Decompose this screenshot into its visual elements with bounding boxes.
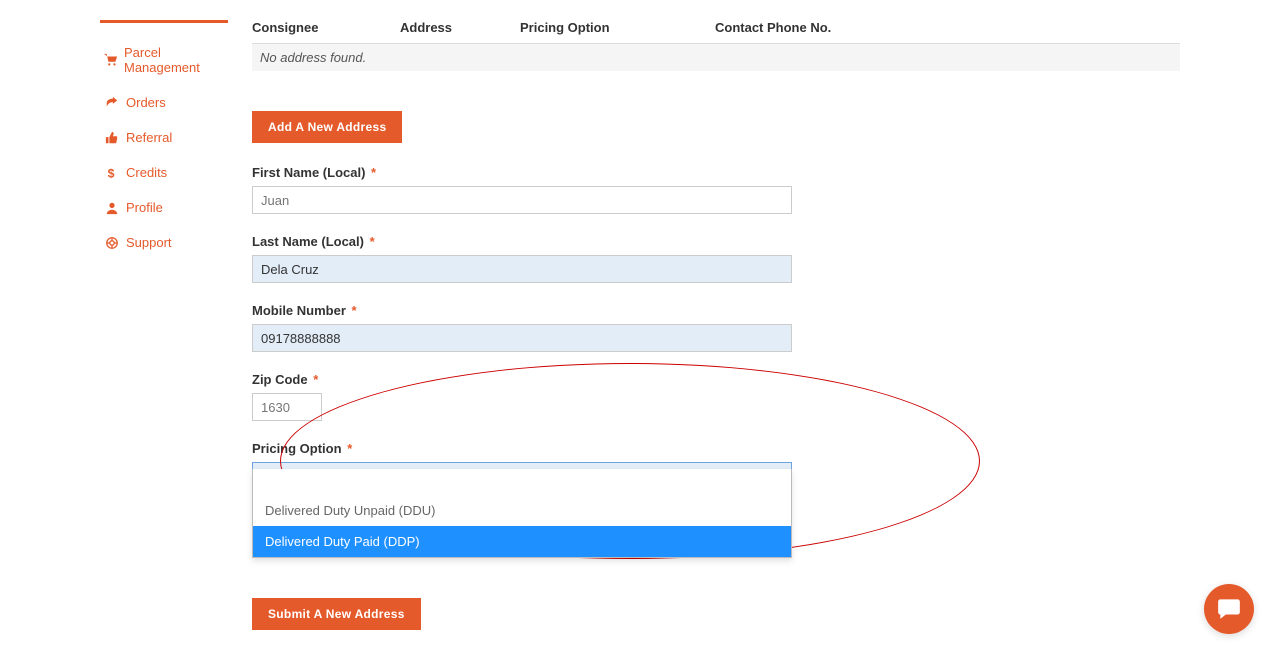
chat-widget-button[interactable] bbox=[1204, 584, 1254, 634]
zip-group: Zip Code * bbox=[252, 372, 1180, 421]
col-header-address: Address bbox=[400, 20, 520, 35]
first-name-input[interactable] bbox=[252, 186, 792, 214]
add-address-button[interactable]: Add A New Address bbox=[252, 111, 402, 143]
submit-address-button[interactable]: Submit A New Address bbox=[252, 598, 421, 630]
last-name-label: Last Name (Local) * bbox=[252, 234, 1180, 249]
cart-icon bbox=[104, 53, 118, 67]
main-content: Consignee Address Pricing Option Contact… bbox=[252, 20, 1180, 650]
required-marker: * bbox=[313, 372, 318, 387]
sidebar-item-label: Support bbox=[126, 235, 172, 250]
first-name-label: First Name (Local) * bbox=[252, 165, 1180, 180]
user-icon bbox=[104, 201, 120, 215]
mobile-input[interactable] bbox=[252, 324, 792, 352]
zip-label: Zip Code * bbox=[252, 372, 1180, 387]
sidebar-item-profile[interactable]: Profile bbox=[100, 190, 228, 225]
sidebar-item-label: Credits bbox=[126, 165, 167, 180]
pricing-option-ddu[interactable]: Delivered Duty Unpaid (DDU) bbox=[253, 495, 791, 526]
address-table-header: Consignee Address Pricing Option Contact… bbox=[252, 20, 1180, 44]
life-ring-icon bbox=[104, 236, 120, 250]
share-icon bbox=[104, 96, 120, 110]
sidebar-item-referral[interactable]: Referral bbox=[100, 120, 228, 155]
sidebar-item-orders[interactable]: Orders bbox=[100, 85, 228, 120]
address-table-empty: No address found. bbox=[252, 44, 1180, 71]
pricing-label: Pricing Option * bbox=[252, 441, 1180, 456]
pricing-dropdown: Delivered Duty Unpaid (DDU) Delivered Du… bbox=[252, 469, 792, 558]
svg-text:$: $ bbox=[108, 166, 115, 180]
col-header-consignee: Consignee bbox=[252, 20, 400, 35]
sidebar-item-label: Referral bbox=[126, 130, 172, 145]
required-marker: * bbox=[371, 165, 376, 180]
required-marker: * bbox=[370, 234, 375, 249]
chat-icon bbox=[1216, 595, 1242, 624]
col-header-pricing: Pricing Option bbox=[520, 20, 715, 35]
sidebar-item-label: Parcel Management bbox=[124, 45, 224, 75]
dollar-icon: $ bbox=[104, 166, 120, 180]
pricing-group: Pricing Option * ⌄ Delivered Duty Unpaid… bbox=[252, 441, 1180, 630]
pricing-option-blank[interactable] bbox=[253, 469, 791, 495]
sidebar-item-label: Profile bbox=[126, 200, 163, 215]
sidebar-item-credits[interactable]: $ Credits bbox=[100, 155, 228, 190]
sidebar-accent-bar bbox=[100, 20, 228, 23]
mobile-group: Mobile Number * bbox=[252, 303, 1180, 352]
required-marker: * bbox=[347, 441, 352, 456]
sidebar-item-support[interactable]: Support bbox=[100, 225, 228, 260]
last-name-input[interactable] bbox=[252, 255, 792, 283]
required-marker: * bbox=[352, 303, 357, 318]
pricing-option-ddp[interactable]: Delivered Duty Paid (DDP) bbox=[253, 526, 791, 557]
sidebar: Parcel Management Orders Referral $ Cred… bbox=[100, 20, 228, 650]
mobile-label: Mobile Number * bbox=[252, 303, 1180, 318]
zip-input[interactable] bbox=[252, 393, 322, 421]
thumbs-up-icon bbox=[104, 131, 120, 145]
col-header-phone: Contact Phone No. bbox=[715, 20, 1180, 35]
first-name-group: First Name (Local) * bbox=[252, 165, 1180, 214]
last-name-group: Last Name (Local) * bbox=[252, 234, 1180, 283]
sidebar-item-parcel-management[interactable]: Parcel Management bbox=[100, 35, 228, 85]
sidebar-item-label: Orders bbox=[126, 95, 166, 110]
